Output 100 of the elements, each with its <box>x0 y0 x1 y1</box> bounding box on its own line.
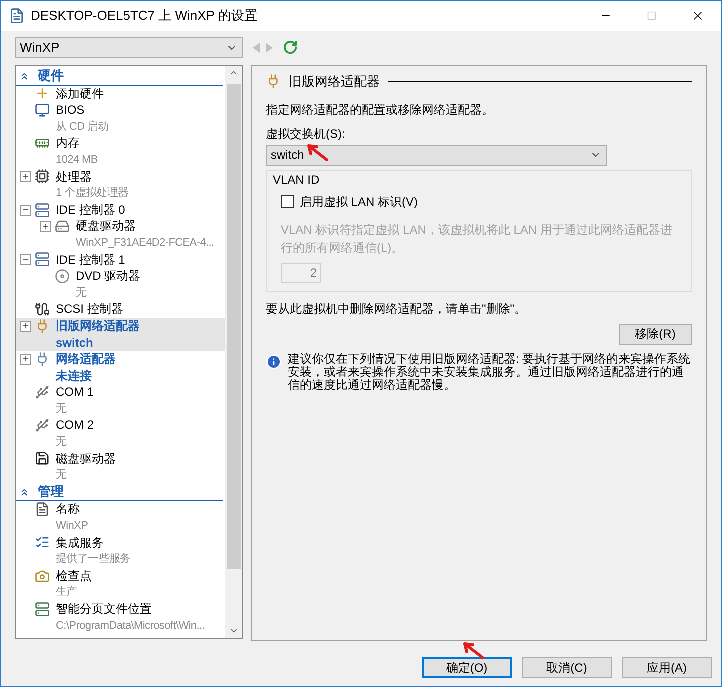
item-label: 磁盘驱动器 <box>56 450 116 468</box>
settings-document-icon <box>9 8 25 24</box>
section-header[interactable]: 硬件 <box>16 68 223 86</box>
plus-card-icon <box>35 86 50 102</box>
item-label: 名称 <box>56 501 80 518</box>
expand-icon[interactable] <box>40 221 51 232</box>
document-icon <box>35 502 50 518</box>
item-label: 智能分页文件位置 <box>56 601 152 618</box>
info-text: 建议你仅在下列情况下使用旧版网络适配器: 要执行基于网络的来宾操作系统安装，或者来宾操作系统中未安装集成服务。通过旧版网络适配器进行的通信的速度比通过网络适配器慢。 <box>288 352 692 392</box>
tree-item[interactable]: 添加硬件 <box>16 86 225 102</box>
dialog-button[interactable]: 取消(C) <box>522 657 612 678</box>
expand-icon[interactable] <box>20 171 31 182</box>
item-label: 网络适配器 <box>56 351 116 368</box>
close-icon <box>691 9 705 23</box>
window-title: DESKTOP-OEL5TC7 上 WinXP 的设置 <box>31 7 258 26</box>
checklist-icon <box>35 535 50 550</box>
switch-dropdown[interactable]: switch <box>266 144 607 166</box>
tree-item[interactable]: 检查点 生产 <box>16 568 225 601</box>
tree-item[interactable]: BIOS 从 CD 启动 <box>16 102 225 136</box>
tree-item[interactable]: COM 1 无 <box>16 384 225 418</box>
controller-card-icon <box>35 252 50 268</box>
item-detail: 未连接 <box>55 368 93 384</box>
port-icon <box>35 385 50 400</box>
item-detail: 1024 MB <box>55 152 99 168</box>
item-label: BIOS <box>56 102 85 119</box>
tree-item[interactable]: 处理器 1 个虚拟处理器 <box>16 168 225 202</box>
item-label: DVD 驱动器 <box>76 268 141 285</box>
item-detail: 提供了一些服务 <box>55 552 132 568</box>
controller-card-icon <box>35 202 50 218</box>
item-label: 集成服务 <box>56 534 104 552</box>
dialog-button[interactable]: 确定(O) <box>422 657 512 678</box>
vm-dropdown[interactable]: WinXP <box>15 37 243 58</box>
item-label: SCSI 控制器 <box>56 301 124 318</box>
collapse-section-icon <box>19 486 30 498</box>
checkbox-label[interactable]: 启用虚拟 LAN 标识(V) <box>300 192 418 210</box>
tree-item[interactable]: SCSI 控制器 <box>16 301 225 318</box>
item-detail: 生产 <box>55 584 78 600</box>
item-label: COM 2 <box>56 417 94 434</box>
monitor-icon <box>35 102 50 118</box>
item-detail: C:\ProgramData\Microsoft\Win... <box>55 618 206 634</box>
tree-item[interactable]: COM 2 无 <box>16 417 225 451</box>
tree-item[interactable]: 集成服务 提供了一些服务 <box>16 534 225 568</box>
item-label: IDE 控制器 1 <box>56 252 126 268</box>
item-detail: 无 <box>55 402 68 417</box>
tree-item[interactable]: 智能分页文件位置 C:\ProgramData\Microsoft\Win... <box>16 601 225 634</box>
vlan-help-text: VLAN 标识符指定虚拟 LAN，该虚拟机将此 LAN 用于通过此网络适配器进行的所有网络通信(L)。 <box>281 222 674 256</box>
hard-drive-icon <box>55 219 70 234</box>
dialog-button[interactable]: 应用(A) <box>622 657 712 678</box>
collapse-section-icon <box>19 70 30 82</box>
panel-title: 旧版网络适配器 <box>289 73 380 91</box>
cable-icon <box>35 302 50 318</box>
group-title: VLAN ID <box>273 172 321 188</box>
refresh-icon[interactable] <box>283 40 298 55</box>
tree-item[interactable]: 硬盘驱动器 WinXP_F31AE4D2-FCEA-4... <box>16 218 225 252</box>
collapse-icon[interactable] <box>20 254 31 266</box>
checkbox[interactable] <box>281 195 294 208</box>
item-detail: 从 CD 启动 <box>55 120 110 135</box>
annotation-arrow-icon <box>307 144 329 162</box>
plug-icon <box>266 74 281 90</box>
item-label: COM 1 <box>56 384 94 401</box>
chip-icon <box>35 169 50 184</box>
maximize-icon <box>647 11 657 21</box>
expand-icon[interactable] <box>20 320 31 332</box>
scrollbar-thumb[interactable] <box>226 84 240 569</box>
plug-icon <box>35 352 50 367</box>
tree-item[interactable]: 名称 WinXP <box>16 501 225 535</box>
item-detail: 无 <box>55 468 68 484</box>
collapse-icon[interactable] <box>20 204 31 216</box>
item-detail: WinXP <box>55 519 90 534</box>
vlan-id-field[interactable]: 2 <box>281 262 321 282</box>
item-label: 内存 <box>56 135 80 152</box>
item-detail: switch <box>55 334 94 352</box>
tree-item[interactable]: 磁盘驱动器 无 <box>16 450 225 484</box>
scrollbar[interactable] <box>225 66 242 638</box>
tree-item[interactable]: 网络适配器 未连接 <box>16 351 225 384</box>
port-icon <box>35 418 50 434</box>
item-label: 旧版网络适配器 <box>56 318 140 334</box>
plug-icon <box>35 318 50 334</box>
info-icon <box>266 354 282 370</box>
expand-icon[interactable] <box>20 354 31 365</box>
item-detail: WinXP_F31AE4D2-FCEA-4... <box>75 236 216 251</box>
remove-instruction: 要从此虚拟机中删除网络适配器，请单击"删除"。 <box>266 300 528 318</box>
section-header[interactable]: 管理 <box>16 484 223 502</box>
tree-item[interactable]: DVD 驱动器 无 <box>16 268 225 302</box>
switch-label: 虚拟交换机(S): <box>266 126 346 142</box>
tree-item[interactable]: 旧版网络适配器 switch <box>16 318 225 352</box>
item-label: 添加硬件 <box>56 86 104 102</box>
server-icon <box>35 602 50 617</box>
tree-item[interactable]: 内存 1024 MB <box>16 135 225 169</box>
item-detail: 1 个虚拟处理器 <box>55 186 130 202</box>
annotation-arrow-icon <box>463 642 485 660</box>
item-detail: 无 <box>75 286 88 301</box>
item-label: 检查点 <box>56 568 92 584</box>
item-detail: 无 <box>55 435 68 450</box>
remove-button[interactable]: 移除(R) <box>619 324 692 344</box>
panel-description: 指定网络适配器的配置或移除网络适配器。 <box>266 102 495 118</box>
item-label: IDE 控制器 0 <box>56 202 126 218</box>
tree-item[interactable]: IDE 控制器 0 <box>16 202 225 218</box>
disc-icon <box>55 268 70 284</box>
tree-item[interactable]: IDE 控制器 1 <box>16 252 225 268</box>
